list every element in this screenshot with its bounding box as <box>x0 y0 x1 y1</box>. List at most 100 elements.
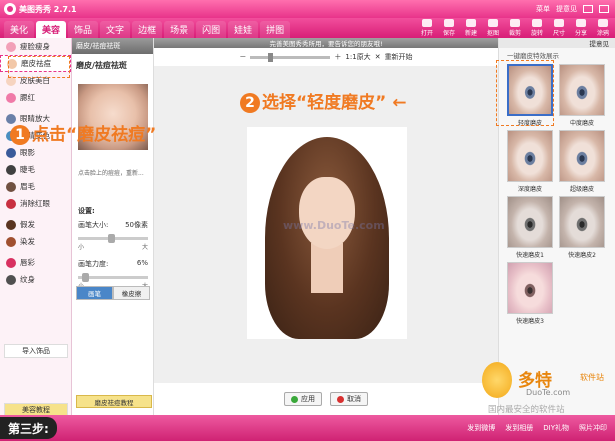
brush-size-slider[interactable] <box>78 234 148 243</box>
brush-strength-value: 6% <box>136 259 148 267</box>
import-decoration-button[interactable]: 导入饰品 <box>4 344 68 358</box>
sidebar-item-icon <box>6 164 16 175</box>
tab-frame[interactable]: 边框 <box>132 21 163 38</box>
zoom-out-icon[interactable]: － <box>239 52 246 62</box>
sidebar-item[interactable]: 眉毛 <box>0 178 71 195</box>
tab-cosmetic[interactable]: 美容 <box>36 21 67 38</box>
sidebar-item[interactable]: 瘦脸瘦身 <box>0 38 71 55</box>
brush-size-handle[interactable] <box>108 234 115 243</box>
sidebar-item[interactable]: 纹身 <box>0 271 71 288</box>
sidebar-item[interactable]: 消除红眼 <box>0 195 71 212</box>
effects-header[interactable]: 提意见 <box>499 38 615 48</box>
cutout-button[interactable]: 抠图 <box>483 19 503 37</box>
diy-gift-link[interactable]: DIY礼物 <box>543 423 569 433</box>
arrow-left-icon: ← <box>386 93 407 113</box>
weibo-link[interactable]: 发到微博 <box>467 423 495 433</box>
effect-thumbnail <box>559 130 605 182</box>
effect-2[interactable]: 中度磨皮 <box>559 64 605 128</box>
brush-size-label: 画笔大小: <box>78 221 109 229</box>
resize-icon <box>554 19 564 27</box>
main-tabbar: 美化 美容 饰品 文字 边框 场景 闪图 娃娃 拼图 打开 保存 新建 抠图 裁… <box>0 18 615 38</box>
sidebar-item[interactable]: 假发 <box>0 216 71 233</box>
effect-4[interactable]: 超级磨皮 <box>559 130 605 194</box>
doodle-button[interactable]: 涂鸦 <box>593 19 613 37</box>
sidebar-item-icon <box>6 41 16 52</box>
sidebar-item-icon <box>6 219 16 230</box>
tab-doll[interactable]: 娃娃 <box>228 21 259 38</box>
skin-smoothing-tutorial-button[interactable]: 磨皮祛痘教程 <box>76 395 152 408</box>
effect-7[interactable]: 快速磨皮3 <box>507 262 553 326</box>
effect-thumbnail <box>559 196 605 248</box>
brush-tab[interactable]: 画笔 <box>76 286 113 300</box>
edit-photo[interactable]: www.DuoTe.com <box>247 127 407 339</box>
sidebar-item-label: 睫毛 <box>20 165 35 174</box>
sidebar-item-label: 染发 <box>20 237 35 246</box>
step1-number: 1 <box>10 125 30 145</box>
step2-text: 选择“轻度磨皮” <box>262 93 387 113</box>
resize-button[interactable]: 尺寸 <box>549 19 569 37</box>
brush-strength-slider[interactable] <box>78 273 148 282</box>
effect-label: 深度磨皮 <box>517 186 542 193</box>
crop-icon <box>510 19 520 27</box>
new-button[interactable]: 新建 <box>461 19 481 37</box>
doodle-icon <box>598 19 608 27</box>
check-icon <box>291 395 298 403</box>
crop-button[interactable]: 裁剪 <box>505 19 525 37</box>
menu-button[interactable]: 菜单 <box>536 4 550 14</box>
sidebar-item-icon <box>6 92 16 103</box>
step2-callout: 2 选择“轻度磨皮” ← <box>240 88 407 113</box>
sidebar-item-label: 眼影 <box>20 148 35 157</box>
min-label: 小 <box>78 244 85 251</box>
feedback-link[interactable]: 提意见 <box>556 4 577 14</box>
settings-label: 设置: <box>78 207 95 215</box>
sidebar-item[interactable]: 睫毛 <box>0 161 71 178</box>
rotate-icon <box>532 19 542 27</box>
effect-3[interactable]: 深度磨皮 <box>507 130 553 194</box>
photo-face <box>299 177 355 249</box>
close-icon[interactable] <box>599 5 609 13</box>
eraser-tab[interactable]: 橡皮擦 <box>113 286 150 300</box>
site-suffix: 软件站 <box>580 373 604 382</box>
sidebar-item[interactable]: 唇彩 <box>0 254 71 271</box>
reset-button[interactable]: 重新开始 <box>385 52 413 62</box>
max-label: 大 <box>141 244 148 251</box>
effect-thumbnail <box>507 196 553 248</box>
app-title: 美图秀秀 2.7.1 <box>19 4 77 14</box>
share-icon <box>576 19 586 27</box>
apply-button[interactable]: 应用 <box>284 392 322 406</box>
zoom-handle[interactable] <box>268 52 274 62</box>
tab-flash[interactable]: 闪图 <box>196 21 227 38</box>
sidebar-item-icon <box>6 257 16 268</box>
tab-decoration[interactable]: 饰品 <box>68 21 99 38</box>
step1-text: 点击“磨皮祛痘” <box>32 125 157 145</box>
sidebar-item[interactable]: 腮红 <box>0 89 71 106</box>
zoom-ratio-button[interactable]: 1:1原大 <box>345 52 370 62</box>
cancel-button[interactable]: 取消 <box>330 392 368 406</box>
panel-header: 磨皮/祛痘祛斑 <box>72 38 153 54</box>
brush-strength-handle[interactable] <box>82 273 89 282</box>
save-button[interactable]: 保存 <box>439 19 459 37</box>
tab-text[interactable]: 文字 <box>100 21 131 38</box>
sidebar-item-label: 纹身 <box>20 275 35 284</box>
share-button[interactable]: 分享 <box>571 19 591 37</box>
album-link[interactable]: 发到相册 <box>505 423 533 433</box>
tab-collage[interactable]: 拼图 <box>260 21 291 38</box>
print-link[interactable]: 照片冲印 <box>579 423 607 433</box>
sidebar-item[interactable]: 眼影 <box>0 144 71 161</box>
site-watermark: 多特 软件站 DuoTe.com 国内最安全的软件站 <box>480 360 615 415</box>
zoom-in-icon[interactable]: ＋ <box>334 52 341 62</box>
open-button[interactable]: 打开 <box>417 19 437 37</box>
rotate-button[interactable]: 旋转 <box>527 19 547 37</box>
panel-hint: 点击脸上的痘痘，重新... <box>78 170 144 177</box>
cutout-icon <box>488 19 498 27</box>
minimize-icon[interactable] <box>583 5 593 13</box>
reset-icon[interactable]: ✕ <box>375 53 381 61</box>
tab-beautify[interactable]: 美化 <box>4 21 35 38</box>
tab-scene[interactable]: 场景 <box>164 21 195 38</box>
effect-5[interactable]: 快速磨皮1 <box>507 196 553 260</box>
effect-6[interactable]: 快速磨皮2 <box>559 196 605 260</box>
zoom-slider[interactable] <box>250 52 331 62</box>
open-icon <box>422 19 432 27</box>
sidebar-item[interactable]: 染发 <box>0 233 71 250</box>
step2-number: 2 <box>240 93 260 113</box>
